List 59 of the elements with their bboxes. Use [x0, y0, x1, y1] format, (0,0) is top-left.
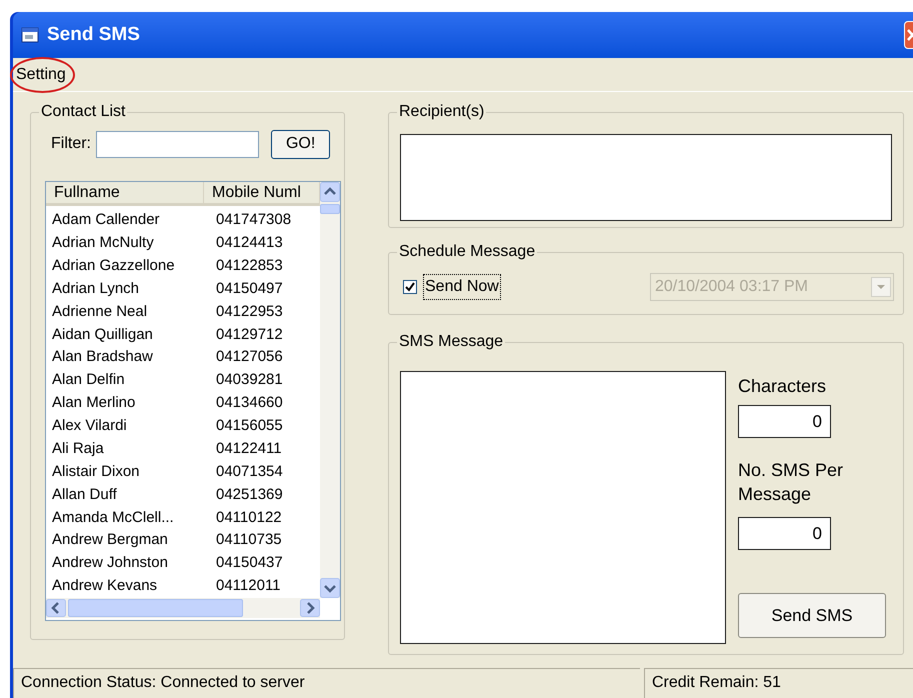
- group-title: SMS Message: [397, 332, 506, 352]
- table-cell-text: 04134660: [215, 393, 284, 414]
- sms-per-message-label: No. SMS Per Message: [738, 459, 844, 506]
- table-cell-text: Andrew Kevans: [51, 576, 158, 596]
- table-cell-text: Alan Bradshaw: [51, 347, 154, 368]
- table-cell-text: Adrian Lynch: [51, 278, 140, 299]
- table-cell-text: 04150437: [215, 553, 284, 574]
- send-sms-button[interactable]: Send SMS: [738, 593, 886, 638]
- table-cell-text: 04112011: [215, 576, 282, 596]
- vertical-scrollbar[interactable]: [320, 182, 340, 598]
- filter-label: Filter:: [50, 134, 92, 154]
- sms-count-field: 0: [738, 517, 831, 550]
- recipients-field[interactable]: [400, 134, 892, 221]
- table-cell-text: Aidan Quilligan: [51, 324, 154, 345]
- scroll-thumb[interactable]: [68, 599, 243, 617]
- table-cell-text: 04071354: [215, 462, 284, 482]
- table-cell-text: Allan Duff: [51, 484, 118, 505]
- table-cell-text: Alan Merlino: [51, 393, 136, 414]
- horizontal-scrollbar[interactable]: [46, 598, 320, 618]
- window-title: Send SMS: [47, 22, 140, 47]
- table-cell-text: Adrian Gazzellone: [51, 256, 176, 276]
- menu-item[interactable]: Setting: [15, 66, 67, 82]
- table-cell-text: 04039281: [215, 370, 284, 390]
- table-cell-text: Andrew Johnston: [51, 553, 169, 574]
- characters-field: 0: [738, 405, 831, 438]
- group-title: Schedule Message: [397, 242, 538, 262]
- table-cell-text: 04156055: [215, 416, 284, 436]
- table-cell-text: 04110735: [215, 530, 283, 550]
- table-cell-text: Adrian McNulty: [51, 233, 155, 254]
- table-cell-text: 04124413: [215, 233, 284, 254]
- table-cell-text: Ali Raja: [51, 438, 105, 459]
- scroll-thumb[interactable]: [320, 204, 340, 214]
- table-cell-text: Alan Delfin: [51, 370, 126, 390]
- table-cell-text: Adam Callender: [51, 210, 161, 230]
- go-button[interactable]: GO!: [271, 130, 330, 158]
- table-cell-text: 04129712: [215, 324, 284, 345]
- table-cell-text: Amanda McClell...: [51, 508, 175, 528]
- filter-field[interactable]: [96, 130, 260, 158]
- table-cell-text: 04122953: [215, 302, 284, 322]
- window-icon: [21, 27, 39, 43]
- status-text: Connection Status: Connected to server: [13, 668, 640, 698]
- column-header[interactable]: Mobile Numl: [204, 182, 320, 206]
- table-cell-text: Alex Vilardi: [51, 416, 128, 436]
- table-cell-text: 04127056: [215, 347, 284, 368]
- status-text: Credit Remain: 51: [644, 668, 913, 698]
- message-field[interactable]: [400, 371, 726, 644]
- checkmark-icon: [405, 282, 415, 292]
- column-header[interactable]: Fullname: [46, 182, 204, 206]
- table-cell-text: Andrew Bergman: [51, 530, 169, 550]
- table-cell-text: 04251369: [215, 484, 284, 505]
- table-cell-text: 04110122: [215, 508, 283, 528]
- table-cell-text: 041747308: [215, 210, 292, 230]
- table-cell-text: Adrienne Neal: [51, 302, 148, 322]
- table-cell-text: 04150497: [215, 278, 284, 299]
- table-cell-text: 04122411: [215, 438, 283, 459]
- group-title: Recipient(s): [397, 102, 486, 122]
- table-cell-text: 04122853: [215, 256, 284, 276]
- characters-label: Characters: [738, 375, 828, 397]
- table-cell-text: Alistair Dixon: [51, 462, 141, 482]
